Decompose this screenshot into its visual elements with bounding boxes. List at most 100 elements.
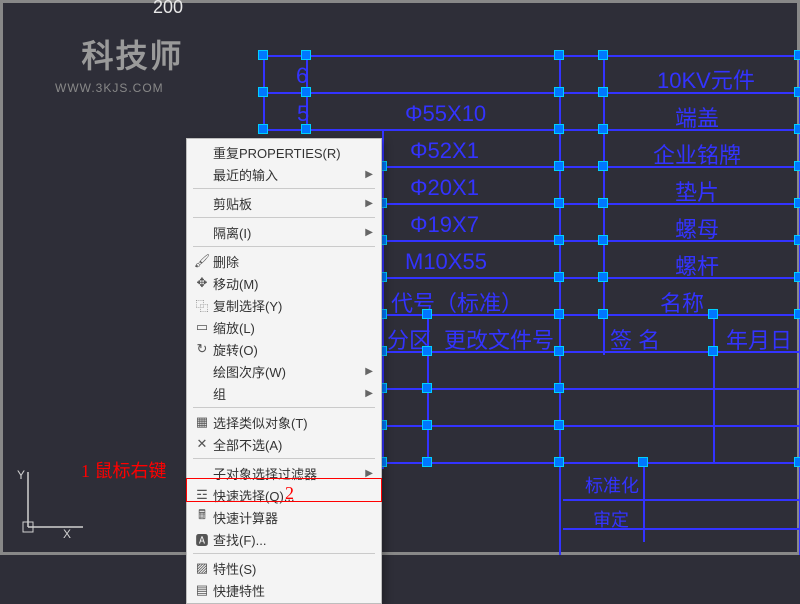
menu-item-9[interactable]: ⿻复制选择(Y) — [187, 294, 381, 316]
selection-grip[interactable] — [598, 87, 608, 97]
selection-grip[interactable] — [638, 457, 648, 467]
selection-grip[interactable] — [554, 50, 564, 60]
submenu-arrow-icon: ▶ — [361, 198, 373, 209]
selection-grip[interactable] — [794, 161, 800, 171]
watermark: 科技师 WWW.3KJS.COM — [55, 31, 210, 101]
submenu-arrow-icon: ▶ — [361, 227, 373, 238]
selection-grip[interactable] — [598, 309, 608, 319]
menu-item-label: 复制选择(Y) — [213, 296, 361, 315]
menu-item-18[interactable]: 子对象选择过滤器▶ — [187, 462, 381, 484]
table-cell[interactable]: Φ52X1 — [410, 138, 479, 164]
selection-grip[interactable] — [598, 235, 608, 245]
menu-item-16[interactable]: ✕全部不选(A) — [187, 433, 381, 455]
selection-grip[interactable] — [708, 346, 718, 356]
menu-item-20[interactable]: 🖩快速计算器 — [187, 506, 381, 528]
selection-grip[interactable] — [794, 309, 800, 319]
selection-grip[interactable] — [794, 235, 800, 245]
table-cell[interactable]: 名称 — [660, 286, 704, 318]
menu-item-10[interactable]: ▭缩放(L) — [187, 316, 381, 338]
table-cell[interactable]: 螺母 — [675, 212, 719, 244]
table-cell[interactable]: 标准化 — [585, 472, 639, 498]
selection-grip[interactable] — [422, 346, 432, 356]
move-icon: ✥ — [191, 275, 213, 291]
menu-item-1[interactable]: 最近的输入▶ — [187, 163, 381, 185]
menu-item-label: 重复PROPERTIES(R) — [213, 143, 361, 162]
menu-item-24[interactable]: ▤快捷特性 — [187, 579, 381, 601]
table-cell[interactable]: 垫片 — [675, 175, 719, 207]
selection-grip[interactable] — [554, 87, 564, 97]
selection-grip[interactable] — [301, 50, 311, 60]
selection-grip[interactable] — [794, 87, 800, 97]
table-cell[interactable]: 更改文件号 — [444, 323, 554, 355]
table-cell[interactable]: 审定 — [593, 506, 629, 532]
menu-item-13[interactable]: 组▶ — [187, 382, 381, 404]
selection-grip[interactable] — [554, 420, 564, 430]
menu-separator — [193, 188, 375, 189]
selection-grip[interactable] — [554, 161, 564, 171]
menu-item-label: 旋转(O) — [213, 340, 361, 359]
menu-item-label: 特性(S) — [213, 559, 361, 578]
table-cell[interactable]: 10KV元件 — [657, 63, 755, 95]
selection-grip[interactable] — [708, 309, 718, 319]
menu-item-7[interactable]: 🖌删除 — [187, 250, 381, 272]
table-cell[interactable]: 端盖 — [675, 101, 719, 133]
selection-grip[interactable] — [598, 198, 608, 208]
selection-grip[interactable] — [422, 383, 432, 393]
selection-grip[interactable] — [598, 272, 608, 282]
selection-grip[interactable] — [258, 87, 268, 97]
table-cell[interactable]: 年月日 — [726, 323, 792, 355]
selection-grip[interactable] — [598, 161, 608, 171]
selection-grip[interactable] — [598, 50, 608, 60]
annotation-text-1: 1 鼠标右键 — [81, 457, 167, 483]
selection-grip[interactable] — [794, 198, 800, 208]
menu-item-3[interactable]: 剪贴板▶ — [187, 192, 381, 214]
selection-grip[interactable] — [554, 124, 564, 134]
menu-item-label: 剪贴板 — [213, 194, 361, 213]
selection-grip[interactable] — [301, 87, 311, 97]
selection-grip[interactable] — [794, 457, 800, 467]
selection-grip[interactable] — [794, 272, 800, 282]
menu-separator — [193, 246, 375, 247]
annotation-text-2: 2 — [285, 483, 294, 504]
selection-grip[interactable] — [554, 309, 564, 319]
table-cell[interactable]: M10X55 — [405, 249, 487, 275]
selection-grip[interactable] — [554, 346, 564, 356]
selection-grip[interactable] — [301, 124, 311, 134]
selection-grip[interactable] — [554, 457, 564, 467]
selection-grip[interactable] — [422, 457, 432, 467]
selection-grip[interactable] — [422, 309, 432, 319]
menu-item-23[interactable]: ▨特性(S) — [187, 557, 381, 579]
selsim-icon: ▦ — [191, 414, 213, 430]
selection-grip[interactable] — [554, 272, 564, 282]
selection-grip[interactable] — [422, 420, 432, 430]
menu-item-11[interactable]: ↻旋转(O) — [187, 338, 381, 360]
menu-item-21[interactable]: 🅰查找(F)... — [187, 528, 381, 550]
table-cell[interactable]: 企业铭牌 — [653, 138, 741, 170]
table-cell[interactable]: Φ55X10 — [405, 101, 486, 127]
selection-grip[interactable] — [554, 383, 564, 393]
selection-grip[interactable] — [794, 124, 800, 134]
selection-grip[interactable] — [258, 50, 268, 60]
table-cell[interactable]: Φ19X7 — [410, 212, 479, 238]
table-cell[interactable]: 螺杆 — [675, 249, 719, 281]
menu-separator — [193, 217, 375, 218]
menu-item-5[interactable]: 隔离(I)▶ — [187, 221, 381, 243]
menu-separator — [193, 407, 375, 408]
table-cell[interactable]: 签 名 — [610, 323, 660, 355]
selection-grip[interactable] — [554, 198, 564, 208]
selection-grip[interactable] — [794, 50, 800, 60]
scale-icon: ▭ — [191, 319, 213, 335]
menu-item-15[interactable]: ▦选择类似对象(T) — [187, 411, 381, 433]
table-cell[interactable]: 6 — [296, 63, 308, 89]
submenu-arrow-icon: ▶ — [361, 388, 373, 399]
menu-item-0[interactable]: 重复PROPERTIES(R) — [187, 141, 381, 163]
selection-grip[interactable] — [598, 124, 608, 134]
selection-grip[interactable] — [554, 235, 564, 245]
table-cell[interactable]: 代号（标准） — [391, 286, 523, 318]
menu-item-8[interactable]: ✥移动(M) — [187, 272, 381, 294]
menu-item-19[interactable]: ☲快速选择(Q)... — [187, 484, 381, 506]
table-cell[interactable]: Φ20X1 — [410, 175, 479, 201]
menu-item-label: 绘图次序(W) — [213, 362, 361, 381]
selection-grip[interactable] — [258, 124, 268, 134]
menu-item-12[interactable]: 绘图次序(W)▶ — [187, 360, 381, 382]
